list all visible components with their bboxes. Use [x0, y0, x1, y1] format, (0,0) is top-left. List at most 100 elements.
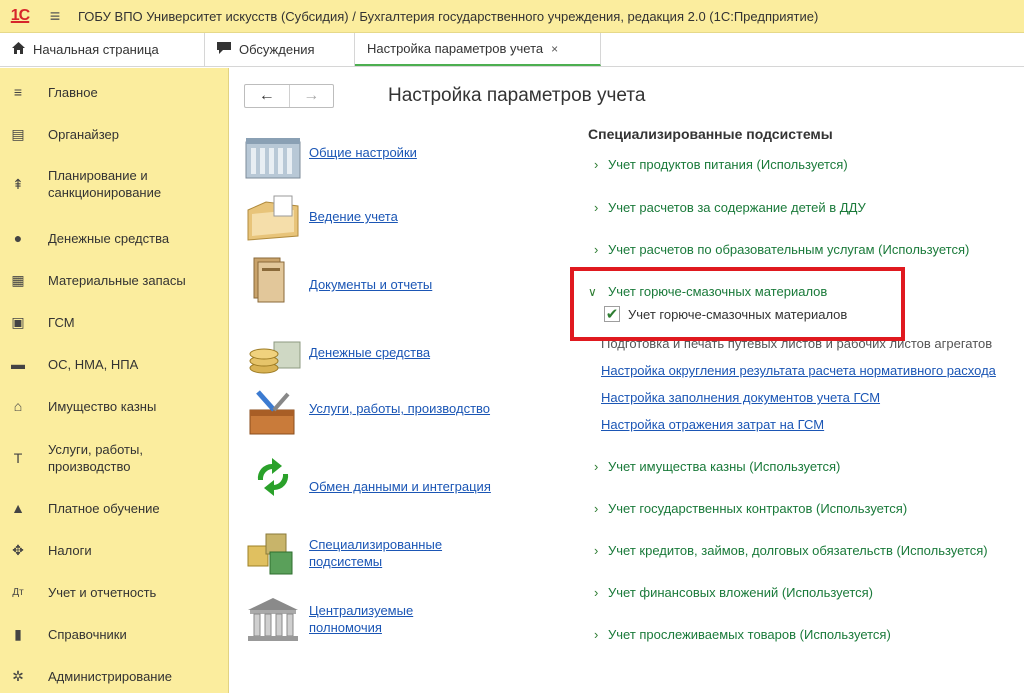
- nav-link-centralized[interactable]: Централизуемые полномочия: [309, 602, 449, 636]
- sidebar-item-fixed-assets[interactable]: ▬ ОС, НМА, НПА: [0, 354, 229, 374]
- planning-icon: ⇞: [12, 175, 24, 192]
- nav-entry-services: Услуги, работы, производство: [244, 388, 574, 450]
- back-button[interactable]: ←: [245, 85, 290, 107]
- chevron-right-icon: ›: [594, 585, 599, 600]
- nav-link-exchange[interactable]: Обмен данными и интеграция: [309, 478, 491, 495]
- nav-link-services[interactable]: Услуги, работы, производство: [309, 400, 490, 417]
- coins-icon: [249, 341, 301, 374]
- sidebar-item-label: Денежные средства: [48, 230, 170, 246]
- sidebar-item-treasury[interactable]: ⌂ Имущество казны: [0, 396, 229, 416]
- sidebar-item-label: Органайзер: [48, 126, 119, 142]
- sidebar-item-accounting[interactable]: Дт Учет и отчетность: [0, 582, 229, 602]
- sidebar-item-fuel[interactable]: ▣ ГСМ: [0, 312, 229, 332]
- sidebar-item-references[interactable]: ▮ Справочники: [0, 624, 229, 644]
- toolbox-icon: [249, 390, 295, 435]
- gear-icon: ✲: [12, 667, 24, 684]
- nav-entry-exchange: Обмен данными и интеграция: [244, 452, 574, 514]
- graduation-icon: ▲: [11, 500, 25, 516]
- inventory-icon: ▦: [11, 271, 25, 288]
- page-title: Настройка параметров учета: [388, 85, 646, 106]
- title-bar: 1С ≡ ГОБУ ВПО Университет искусств (Субс…: [0, 0, 1024, 33]
- sidebar-item-label: Главное: [48, 84, 98, 100]
- sidebar-item-paid-education[interactable]: ▲ Платное обучение: [0, 498, 229, 518]
- menu-icon: ≡: [13, 84, 23, 100]
- sidebar-item-label: Материальные запасы: [48, 272, 186, 288]
- sidebar-item-label: Налоги: [48, 542, 92, 558]
- sidebar-item-planning[interactable]: ⇞ Планирование и санкционирование: [0, 166, 229, 202]
- sidebar-item-label: ОС, НМА, НПА: [48, 356, 139, 372]
- sidebar-item-label: Учет и отчетность: [48, 584, 157, 600]
- chevron-right-icon: ›: [594, 242, 599, 257]
- nav-link-specialized[interactable]: Специализированные подсистемы: [309, 536, 509, 570]
- sidebar-item-label: Имущество казны: [48, 398, 157, 414]
- folder-icon: [247, 195, 299, 241]
- chevron-right-icon: ›: [594, 501, 599, 516]
- sidebar-item-main[interactable]: ≡ Главное: [0, 82, 229, 102]
- section-title: Специализированные подсистемы: [588, 126, 833, 142]
- sidebar-item-money[interactable]: ● Денежные средства: [0, 228, 229, 248]
- cubes-icon: [247, 533, 293, 575]
- institution-icon: [248, 598, 298, 641]
- reference-icon: ▮: [14, 625, 22, 642]
- tab-label: Настройка параметров учета: [367, 41, 544, 56]
- sidebar-item-label: Администрирование: [48, 668, 172, 684]
- subsystem-investments[interactable]: › Учет финансовых вложений (Используется): [594, 585, 873, 600]
- organizer-icon: ▤: [11, 125, 25, 142]
- highlight-frame: [570, 267, 905, 341]
- tab-home[interactable]: Начальная страница: [0, 33, 205, 66]
- nav-entry-general: Общие настройки: [244, 130, 574, 192]
- 1c-logo: 1С: [10, 7, 30, 24]
- subsystem-kindergarten[interactable]: › Учет расчетов за содержание детей в ДДУ: [594, 200, 866, 215]
- home-icon: [12, 42, 25, 57]
- sidebar-item-administration[interactable]: ✲ Администрирование: [0, 666, 229, 686]
- subsystem-food[interactable]: › Учет продуктов питания (Используется): [594, 157, 848, 172]
- emblem-icon: ✥: [12, 541, 24, 558]
- chevron-right-icon: ›: [594, 543, 599, 558]
- sidebar-item-services[interactable]: T Услуги, работы, производство: [0, 440, 229, 476]
- truck-icon: ▬: [11, 356, 25, 372]
- nav-link-accounting[interactable]: Ведение учета: [309, 208, 398, 225]
- tab-label: Обсуждения: [239, 42, 315, 57]
- sidebar-item-taxes[interactable]: ✥ Налоги: [0, 540, 229, 560]
- nav-entry-documents: Документы и отчеты: [244, 254, 574, 316]
- sidebar-item-label: ГСМ: [48, 314, 75, 330]
- sidebar-item-label: Платное обучение: [48, 500, 160, 516]
- subsystem-traceable-goods[interactable]: › Учет прослеживаемых товаров (Использует…: [594, 627, 891, 642]
- sidebar-item-inventory[interactable]: ▦ Материальные запасы: [0, 270, 229, 290]
- link-fill-settings[interactable]: Настройка заполнения документов учета ГС…: [601, 390, 880, 405]
- fuel-icon: ▣: [11, 313, 25, 330]
- nav-entry-money: Денежные средства: [244, 328, 574, 390]
- tab-discussions[interactable]: Обсуждения: [205, 33, 355, 66]
- nav-link-general-settings[interactable]: Общие настройки: [309, 144, 417, 161]
- money-icon: ●: [13, 230, 23, 246]
- sidebar-item-organizer[interactable]: ▤ Органайзер: [0, 124, 229, 144]
- accounting-icon: Дт: [12, 586, 24, 598]
- main-content: ← → Настройка параметров учета Общие нас…: [230, 68, 1024, 693]
- window-title: ГОБУ ВПО Университет искусств (Субсидия)…: [78, 8, 819, 24]
- main-menu-icon[interactable]: ≡: [40, 0, 70, 33]
- history-nav: ← →: [244, 84, 334, 108]
- subsystem-contracts[interactable]: › Учет государственных контрактов (Исполь…: [594, 501, 907, 516]
- forward-button[interactable]: →: [290, 85, 334, 107]
- nav-link-documents[interactable]: Документы и отчеты: [309, 276, 432, 293]
- documents-icon: [253, 257, 285, 303]
- link-rounding-settings[interactable]: Настройка округления результата расчета …: [601, 363, 996, 378]
- nav-link-money[interactable]: Денежные средства: [309, 344, 430, 361]
- subsystem-loans[interactable]: › Учет кредитов, займов, долговых обязате…: [594, 543, 988, 558]
- chevron-right-icon: ›: [594, 200, 599, 215]
- nav-entry-centralized: Централизуемые полномочия: [244, 594, 574, 656]
- subsystem-education[interactable]: › Учет расчетов по образовательным услуга…: [594, 242, 969, 257]
- sidebar-item-label: Услуги, работы, производство: [48, 442, 143, 474]
- chevron-right-icon: ›: [594, 627, 599, 642]
- subsystem-treasury[interactable]: › Учет имущества казны (Используется): [594, 459, 840, 474]
- sync-icon: [257, 458, 289, 496]
- sidebar-item-label: Справочники: [48, 626, 127, 642]
- link-costs-settings[interactable]: Настройка отражения затрат на ГСМ: [601, 417, 824, 432]
- nav-entry-specialized: Специализированные подсистемы: [244, 528, 574, 590]
- sidebar-item-label: Планирование и санкционирование: [48, 168, 162, 200]
- sidebar: ≡ Главное ▤ Органайзер ⇞ Планирование и …: [0, 68, 229, 693]
- tabs-bar: Начальная страница Обсуждения Настройка …: [0, 33, 1024, 67]
- tab-accounting-settings[interactable]: Настройка параметров учета ×: [355, 33, 601, 66]
- close-icon[interactable]: ×: [551, 42, 558, 56]
- services-icon: T: [13, 450, 23, 466]
